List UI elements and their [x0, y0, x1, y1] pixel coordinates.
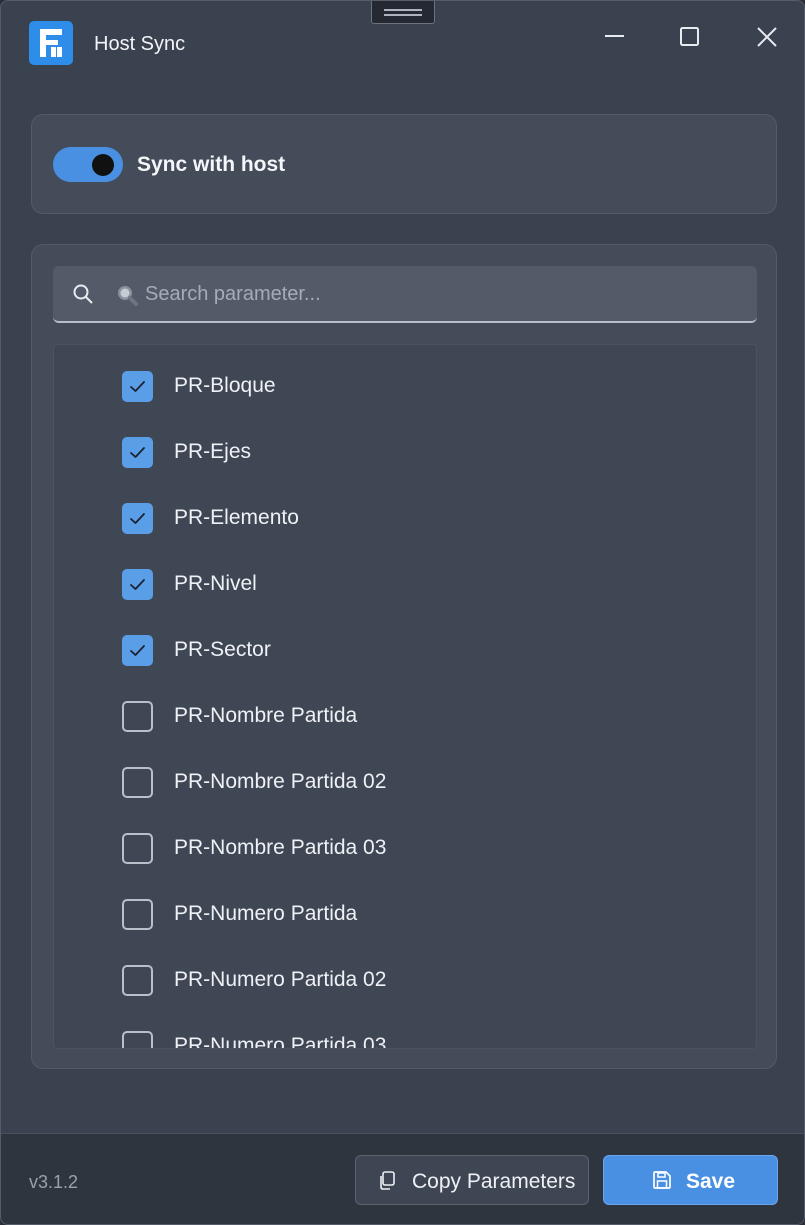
parameter-item[interactable]: PR-Numero Partida 02: [54, 939, 756, 1005]
parameter-checkbox[interactable]: [122, 767, 153, 798]
sync-label: Sync with host: [137, 153, 286, 176]
parameter-checkbox[interactable]: [122, 833, 153, 864]
parameter-item[interactable]: PR-Elemento: [54, 477, 756, 543]
search-box[interactable]: [53, 266, 757, 323]
maximize-icon: [680, 27, 699, 46]
toggle-knob: [92, 154, 114, 176]
minimize-button[interactable]: [595, 19, 635, 55]
parameter-item[interactable]: PR-Nombre Partida: [54, 675, 756, 741]
parameter-checkbox[interactable]: [122, 1031, 153, 1048]
parameter-label: PR-Bloque: [174, 374, 276, 397]
checkmark-icon: [130, 579, 145, 590]
parameter-item[interactable]: PR-Numero Partida 03: [54, 1005, 756, 1049]
parameter-checkbox[interactable]: [122, 569, 153, 600]
checkmark-icon: [130, 645, 145, 656]
maximize-button[interactable]: [670, 19, 710, 55]
parameter-item[interactable]: PR-Bloque: [54, 345, 756, 411]
parameter-item[interactable]: PR-Nombre Partida 03: [54, 807, 756, 873]
sync-card: Sync with host: [31, 114, 777, 214]
parameter-item[interactable]: PR-Nivel: [54, 543, 756, 609]
save-icon: [653, 1171, 671, 1189]
parameters-card: PR-Bloque PR-Ejes PR-Elemento PR-Nivel PR-Se…: [31, 244, 777, 1069]
parameter-label: PR-Numero Partida 02: [174, 968, 387, 991]
save-button[interactable]: Save: [603, 1155, 778, 1205]
parameter-checkbox[interactable]: [122, 437, 153, 468]
parameter-label: PR-Numero Partida: [174, 902, 358, 925]
checkmark-icon: [130, 513, 145, 524]
parameter-label: PR-Ejes: [174, 440, 252, 463]
minimize-icon: [605, 35, 624, 37]
parameter-label: PR-Nombre Partida: [174, 704, 358, 727]
footer: v3.1.2 Copy Parameters Save: [1, 1133, 804, 1224]
copy-parameters-label: Copy Parameters: [412, 1170, 576, 1193]
magnifier-emoji-icon: [118, 286, 138, 306]
copy-parameters-button[interactable]: Copy Parameters: [355, 1155, 589, 1205]
version-label: v3.1.2: [29, 1172, 79, 1192]
checkmark-icon: [130, 381, 145, 392]
parameter-label: PR-Sector: [174, 638, 271, 661]
parameter-checkbox[interactable]: [122, 899, 153, 930]
parameter-label: PR-Nombre Partida 03: [174, 836, 387, 859]
parameter-checkbox[interactable]: [122, 965, 153, 996]
parameter-label: PR-Nivel: [174, 572, 257, 595]
host-sync-window: Host Sync Sync with host Search paramete…: [0, 0, 805, 1225]
title-bar[interactable]: Host Sync: [1, 1, 804, 87]
checkmark-icon: [130, 447, 145, 458]
parameter-checkbox[interactable]: [122, 503, 153, 534]
parameter-label: PR-Elemento: [174, 506, 299, 529]
parameter-label: PR-Nombre Partida 02: [174, 770, 387, 793]
parameter-item[interactable]: PR-Sector: [54, 609, 756, 675]
close-icon: [757, 27, 777, 47]
parameter-item[interactable]: PR-Numero Partida: [54, 873, 756, 939]
drag-handle[interactable]: [371, 1, 435, 24]
parameter-item[interactable]: PR-Ejes: [54, 411, 756, 477]
close-button[interactable]: [747, 19, 787, 55]
parameter-label: PR-Numero Partida 03: [174, 1034, 387, 1049]
parameter-checkbox[interactable]: [122, 371, 153, 402]
parameter-checkbox[interactable]: [122, 701, 153, 732]
window-title: Host Sync: [94, 33, 186, 55]
search-icon: [73, 284, 93, 304]
parameter-checkbox[interactable]: [122, 635, 153, 666]
save-label: Save: [686, 1170, 736, 1193]
copy-icon: [380, 1171, 395, 1190]
parameter-list[interactable]: PR-Bloque PR-Ejes PR-Elemento PR-Nivel PR-Se…: [53, 344, 757, 1049]
search-input[interactable]: [145, 276, 735, 312]
sync-toggle[interactable]: [53, 147, 123, 182]
app-logo-icon: [29, 21, 73, 65]
parameter-item[interactable]: PR-Nombre Partida 02: [54, 741, 756, 807]
